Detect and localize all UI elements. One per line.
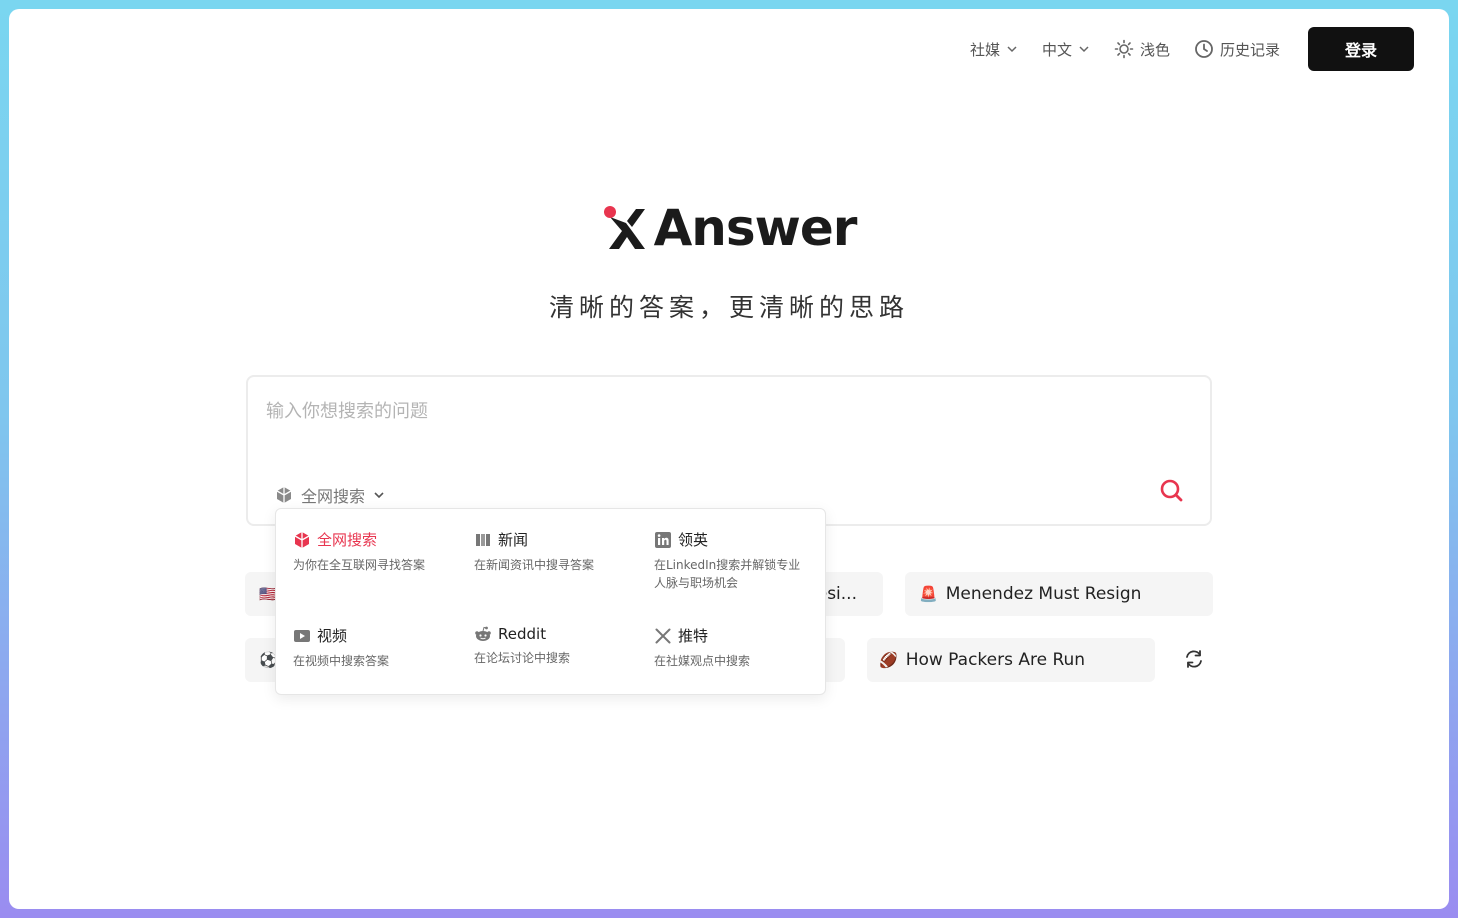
option-web[interactable]: 全网搜索 为你在全互联网寻找答案 bbox=[293, 529, 458, 574]
option-desc: 在LinkedIn搜索并解锁专业人脉与职场机会 bbox=[654, 558, 801, 590]
social-label: 社媒 bbox=[969, 40, 1000, 59]
app-window: 社媒 中文 浅色 历史记录 登录 Answer 清晰的答案，更清晰的思路 输入你… bbox=[9, 9, 1449, 909]
option-desc: 在新闻资讯中搜寻答案 bbox=[474, 558, 595, 572]
chevron-down-icon bbox=[1079, 46, 1089, 53]
suggestion-chip[interactable]: 🏈 How Packers Are Run bbox=[867, 638, 1155, 682]
social-dropdown[interactable]: 社媒 bbox=[970, 39, 1018, 60]
web-icon bbox=[294, 531, 310, 548]
top-bar: 社媒 中文 浅色 历史记录 登录 bbox=[970, 27, 1414, 71]
option-title: 推特 bbox=[678, 627, 709, 645]
logo: Answer bbox=[9, 203, 1449, 253]
source-label: 全网搜索 bbox=[301, 487, 366, 506]
linkedin-icon bbox=[655, 531, 671, 548]
option-desc: 在视频中搜索答案 bbox=[293, 654, 390, 668]
option-title: 视频 bbox=[317, 627, 348, 645]
search-icon[interactable] bbox=[1158, 477, 1186, 505]
option-title: 新闻 bbox=[498, 531, 529, 549]
siren-icon: 🚨 bbox=[919, 585, 938, 603]
option-title: 领英 bbox=[678, 531, 709, 549]
option-video[interactable]: 视频 在视频中搜索答案 bbox=[293, 625, 458, 670]
news-icon bbox=[476, 533, 490, 546]
clock-icon bbox=[1195, 40, 1213, 58]
option-title: Reddit bbox=[498, 625, 547, 643]
source-dropdown-menu: 全网搜索 为你在全互联网寻找答案 新闻 在新闻资讯中搜寻答案 领英 在Linke… bbox=[275, 508, 826, 695]
sun-icon bbox=[1114, 39, 1134, 59]
x-icon bbox=[655, 628, 671, 643]
history-link[interactable]: 历史记录 bbox=[1194, 39, 1280, 60]
option-reddit[interactable]: Reddit 在论坛讨论中搜索 bbox=[474, 625, 639, 667]
chip-label: Menendez Must Resign bbox=[945, 584, 1142, 604]
option-desc: 为你在全互联网寻找答案 bbox=[293, 558, 426, 572]
option-desc: 在论坛讨论中搜索 bbox=[474, 651, 571, 665]
web-search-icon bbox=[276, 487, 292, 503]
chevron-down-icon bbox=[374, 492, 384, 499]
language-label: 中文 bbox=[1041, 40, 1072, 59]
theme-toggle[interactable]: 浅色 bbox=[1114, 39, 1170, 60]
search-input[interactable] bbox=[266, 399, 1126, 423]
theme-label: 浅色 bbox=[1139, 40, 1170, 59]
chevron-down-icon bbox=[1007, 46, 1017, 53]
chip-label: How Packers Are Run bbox=[905, 650, 1086, 670]
history-label: 历史记录 bbox=[1219, 40, 1280, 59]
source-selector[interactable]: 全网搜索 bbox=[275, 483, 385, 507]
suggestion-chip[interactable]: 🚨 Menendez Must Resign bbox=[905, 572, 1213, 616]
reddit-icon bbox=[475, 626, 491, 641]
option-linkedin[interactable]: 领英 在LinkedIn搜索并解锁专业人脉与职场机会 bbox=[654, 529, 806, 592]
football-icon: 🏈 bbox=[879, 651, 898, 669]
video-icon bbox=[294, 629, 310, 642]
option-desc: 在社媒观点中搜索 bbox=[654, 654, 751, 668]
option-title: 全网搜索 bbox=[317, 531, 378, 549]
language-dropdown[interactable]: 中文 bbox=[1042, 39, 1090, 60]
logo-text: Answer bbox=[653, 199, 858, 257]
option-news[interactable]: 新闻 在新闻资讯中搜寻答案 bbox=[474, 529, 639, 574]
login-button[interactable]: 登录 bbox=[1308, 27, 1414, 71]
tagline: 清晰的答案，更清晰的思路 bbox=[548, 293, 909, 322]
x-logo-icon bbox=[603, 206, 645, 249]
search-box: 全网搜索 bbox=[246, 375, 1212, 526]
refresh-icon[interactable] bbox=[1183, 648, 1205, 670]
option-twitter[interactable]: 推特 在社媒观点中搜索 bbox=[654, 625, 819, 670]
